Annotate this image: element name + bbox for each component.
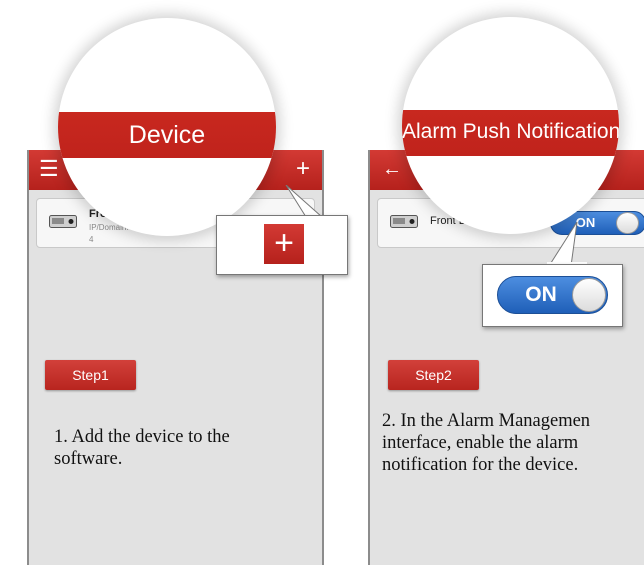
device-port-value: 4	[89, 235, 94, 244]
magnified-app-bar: Device	[58, 112, 276, 158]
add-device-plus-icon[interactable]: +	[296, 157, 310, 181]
dvr-device-icon	[390, 215, 418, 228]
toggle-callout: ON	[482, 264, 623, 327]
step2-button: Step2	[388, 360, 479, 390]
add-button-callout: +	[216, 215, 348, 275]
device-page-title: Device	[128, 121, 206, 149]
back-arrow-icon[interactable]: ←	[382, 157, 402, 181]
alarm-page-title: Alarm Push Notification	[402, 120, 619, 143]
alarm-title-magnifier: Alarm Push Notification	[402, 17, 619, 234]
hamburger-menu-icon[interactable]: ☰	[39, 157, 59, 181]
device-title-magnifier: Device	[58, 18, 276, 236]
step1-instruction: 1. Add the device to the software.	[54, 427, 230, 469]
dvr-device-icon	[49, 215, 77, 228]
step2-instruction: 2. In the Alarm Managemen interface, ena…	[382, 411, 591, 475]
add-device-callout-plus-icon[interactable]: +	[264, 224, 304, 264]
toggle-knob	[616, 212, 639, 234]
callout-on-toggle[interactable]: ON	[497, 276, 608, 314]
step1-button: Step1	[45, 360, 136, 390]
callout-toggle-label: ON	[525, 283, 557, 306]
callout-toggle-knob	[572, 278, 606, 312]
magnified-app-bar: Alarm Push Notification	[402, 110, 619, 156]
